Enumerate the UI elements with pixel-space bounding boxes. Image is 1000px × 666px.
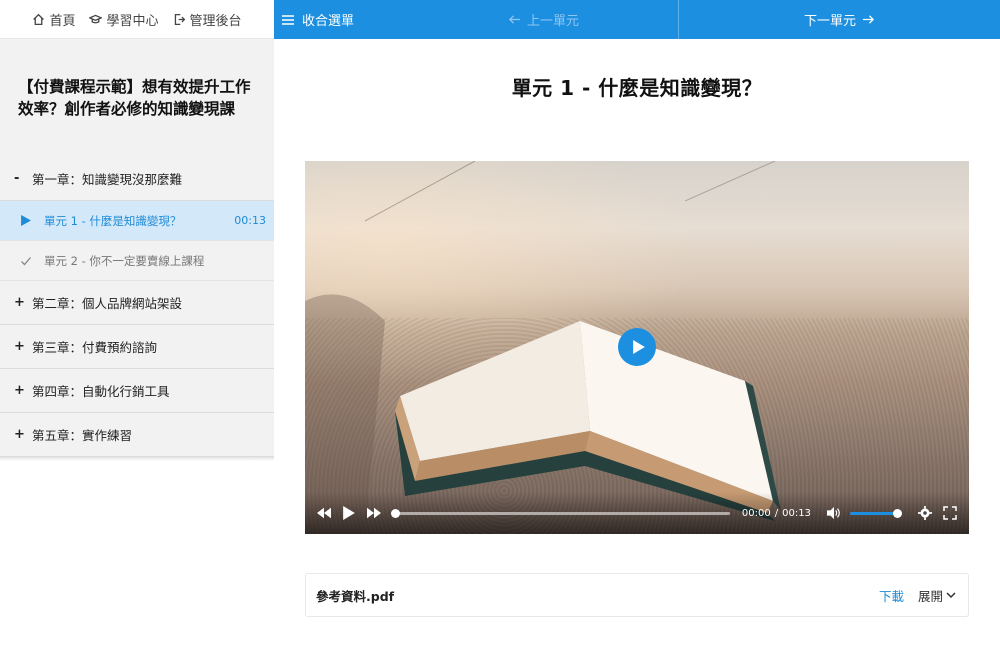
collapse-menu-label: 收合選單 [302, 14, 355, 29]
chapter-4[interactable]: + 第四章：自動化行銷工具 [0, 369, 274, 413]
graduation-cap-icon [89, 14, 103, 23]
next-unit-button[interactable]: 下一單元 [678, 0, 1000, 39]
big-play-button[interactable] [618, 328, 656, 366]
unit-1[interactable]: 單元 1 - 什麼是知識變現？ 00:13 [0, 201, 274, 241]
expand-label: 展開 [917, 588, 943, 604]
unit-label: 單元 2 - 你不一定要賣線上課程 [44, 253, 205, 268]
sidebar-top-nav: 首頁 學習中心 管理後台 [0, 0, 274, 39]
prev-unit-button[interactable]: 上一單元 [409, 0, 678, 39]
rewind-button[interactable] [315, 504, 332, 522]
chapter-label: 第五章：實作練習 [32, 428, 133, 443]
chapter-5[interactable]: + 第五章：實作練習 [0, 413, 274, 457]
total-time: 00:13 [782, 507, 811, 519]
current-time: 00:00 [741, 507, 771, 519]
check-icon [20, 255, 44, 267]
unit-title: 單元 1 - 什麼是知識變現？ [511, 76, 763, 100]
fullscreen-icon [943, 506, 958, 520]
nav-learning-center[interactable]: 學習中心 [89, 10, 159, 29]
prev-unit-label: 上一單元 [526, 14, 579, 29]
nav-admin-label: 管理後台 [189, 13, 242, 29]
expand-sign: + [14, 383, 25, 398]
gear-icon [918, 506, 933, 520]
unit-duration: 00:13 [234, 214, 266, 227]
next-unit-label: 下一單元 [803, 14, 856, 29]
expand-button[interactable]: 展開 [918, 586, 956, 605]
chapter-2[interactable]: + 第二章：個人品牌網站架設 [0, 281, 274, 325]
lesson-main: 單元 1 - 什麼是知識變現？ 00:00 / 00:13 參考資料.pdf 下… [274, 39, 1000, 666]
course-sidebar: 首頁 學習中心 管理後台 【付費課程示範】想有效提升工作效率？創作者必修的知識變… [0, 0, 274, 666]
mute-button[interactable] [825, 504, 842, 522]
sign-out-icon [174, 13, 185, 25]
progress-handle[interactable] [390, 508, 400, 518]
fast-forward-button[interactable] [366, 504, 383, 522]
unit-2[interactable]: 單元 2 - 你不一定要賣線上課程 [0, 241, 274, 281]
expand-sign: + [14, 339, 25, 354]
play-icon [632, 340, 645, 354]
volume-icon [826, 506, 840, 520]
chapter-label: 第一章：知識變現沒那麼難 [32, 172, 183, 187]
arrow-left-icon [508, 15, 521, 24]
chapter-1[interactable]: - 第一章：知識變現沒那麼難 [0, 157, 274, 201]
collapse-menu-button[interactable]: 收合選單 [274, 0, 409, 39]
play-icon [343, 506, 355, 520]
hamburger-icon [282, 14, 294, 25]
lesson-topbar: 收合選單 上一單元 下一單元 [274, 0, 1000, 39]
unit-label: 單元 1 - 什麼是知識變現？ [44, 213, 182, 228]
settings-button[interactable] [916, 504, 933, 522]
course-title: 【付費課程示範】想有效提升工作效率？創作者必修的知識變現課 [18, 78, 251, 118]
nav-admin[interactable]: 管理後台 [173, 10, 242, 29]
volume-handle[interactable] [893, 508, 903, 518]
fullscreen-button[interactable] [942, 504, 959, 522]
chapter-label: 第二章：個人品牌網站架設 [32, 296, 183, 311]
progress-bar[interactable] [390, 508, 730, 518]
attachment-file-name: 參考資料.pdf [316, 588, 395, 604]
chapter-3[interactable]: + 第三章：付費預約諮詢 [0, 325, 274, 369]
chapter-label: 第三章：付費預約諮詢 [32, 340, 158, 355]
play-icon [20, 215, 44, 226]
volume-slider[interactable] [850, 508, 903, 518]
nav-home-label: 首頁 [49, 13, 76, 29]
sidebar-divider [0, 457, 274, 461]
chevron-down-icon [946, 592, 956, 599]
rewind-icon [316, 507, 331, 519]
home-icon [33, 13, 45, 25]
collapse-sign: - [14, 171, 20, 186]
time-separator: / [774, 507, 779, 519]
arrow-right-icon [862, 15, 875, 24]
expand-sign: + [14, 427, 25, 442]
time-display: 00:00 / 00:13 [742, 508, 811, 519]
attachment-row: 參考資料.pdf 下載 展開 [305, 573, 969, 617]
chapter-label: 第四章：自動化行銷工具 [32, 384, 170, 399]
fast-forward-icon [367, 507, 382, 519]
play-button[interactable] [340, 504, 357, 522]
video-controls: 00:00 / 00:13 [305, 492, 969, 534]
nav-learning-center-label: 學習中心 [106, 13, 159, 29]
download-link[interactable]: 下載 [879, 586, 904, 605]
course-header: 【付費課程示範】想有效提升工作效率？創作者必修的知識變現課 [0, 39, 274, 157]
expand-sign: + [14, 295, 25, 310]
nav-home[interactable]: 首頁 [32, 10, 75, 29]
video-player[interactable]: 00:00 / 00:13 [305, 161, 969, 534]
